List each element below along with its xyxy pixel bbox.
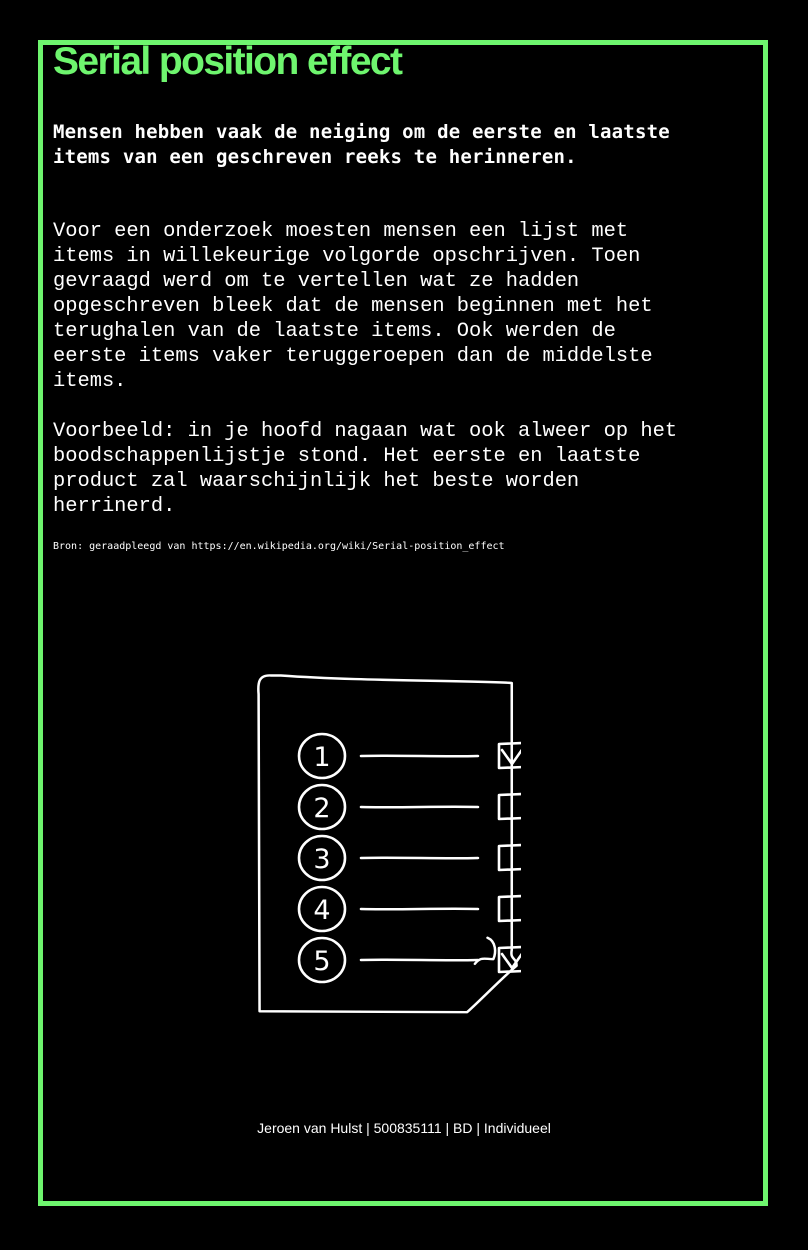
poster-title: Serial position effect	[53, 40, 403, 83]
poster-frame	[38, 40, 768, 1206]
checkbox-icon	[497, 894, 526, 923]
item-line	[359, 958, 480, 962]
source-citation: Bron: geraadpleegd van https://en.wikipe…	[53, 541, 505, 552]
checklist-row: 1	[297, 732, 535, 780]
item-line	[359, 805, 480, 809]
body-paragraph-example: Voorbeeld: in je hoofd nagaan wat ook al…	[53, 420, 678, 518]
item-number: 5	[313, 946, 330, 977]
item-line	[359, 754, 480, 758]
checklist-row: 3	[297, 834, 526, 882]
checklist-illustration: 1 2 3 4 5	[231, 633, 535, 1018]
item-number: 4	[313, 895, 330, 926]
checkbox-icon	[497, 792, 526, 821]
footer-credits: Jeroen van Hulst | 500835111 | BD | Indi…	[257, 1120, 551, 1136]
body-paragraph-study: Voor een onderzoek moesten mensen een li…	[53, 220, 653, 393]
checklist-row: 4	[297, 885, 526, 933]
item-number: 3	[313, 844, 330, 875]
item-line	[359, 856, 480, 860]
lead-text: Mensen hebben vaak de neiging om de eers…	[53, 121, 670, 168]
item-number: 1	[313, 742, 330, 773]
item-number: 2	[313, 793, 330, 824]
item-line	[359, 907, 480, 911]
checklist-row: 2	[297, 783, 526, 831]
checkbox-icon	[497, 843, 526, 872]
